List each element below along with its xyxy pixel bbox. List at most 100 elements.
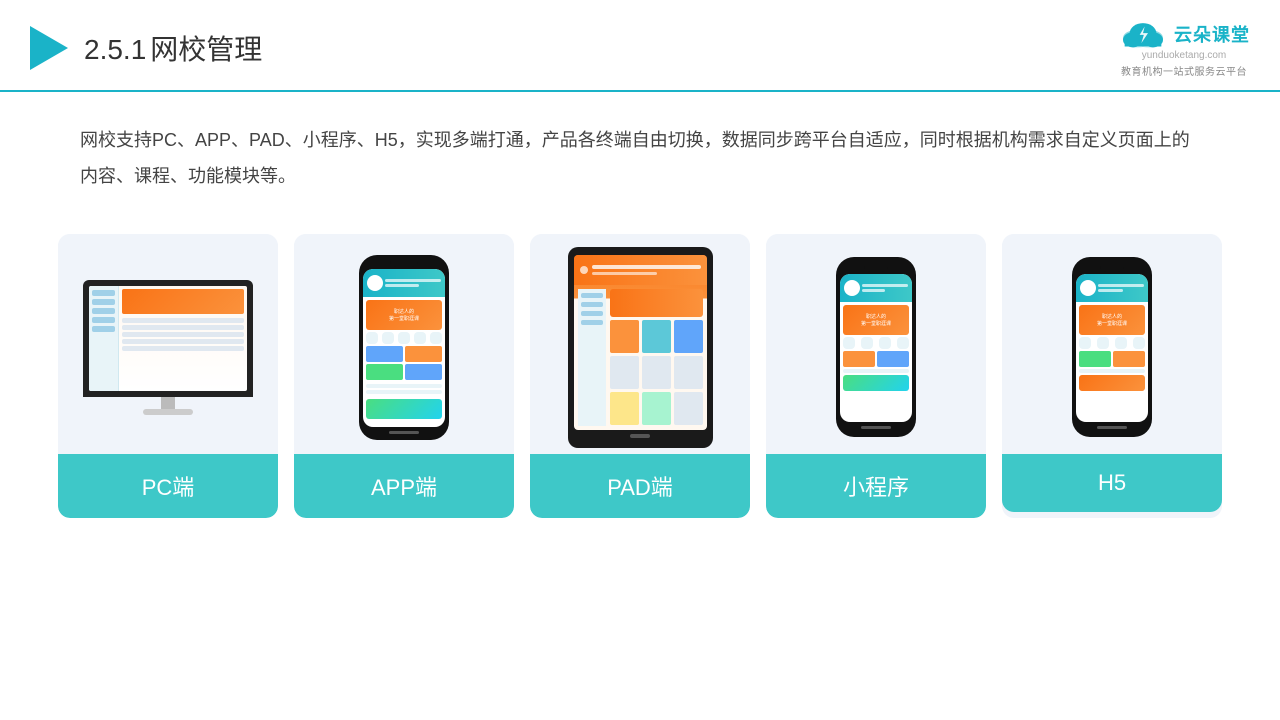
tablet-screen <box>574 255 707 430</box>
mini-icon-row <box>843 337 909 349</box>
title-number: 2.5.1 <box>84 34 146 65</box>
app-line-2 <box>385 284 419 287</box>
mini-phone-outer: 职达人的第一堂职涯课 <box>836 257 916 437</box>
app-banner: 职达人的第一堂职涯课 <box>366 300 442 330</box>
screen-content-app: 职达人的第一堂职涯课 <box>363 269 445 427</box>
app-phone-mockup: 职达人的第一堂职涯课 <box>359 255 449 440</box>
card-pc-image <box>58 234 278 454</box>
h5-line-1 <box>1098 284 1144 287</box>
monitor-screen-wrap <box>83 280 253 397</box>
h5-phone-notch <box>1100 265 1124 272</box>
h5-top-text <box>1098 282 1144 294</box>
sidebar-item-4 <box>92 317 115 323</box>
h5-course-row <box>1079 351 1145 367</box>
h5-icon-4 <box>1133 337 1145 349</box>
app-extra-row-2 <box>366 390 442 394</box>
play-icon <box>30 26 68 70</box>
app-extra-row <box>366 384 442 388</box>
card-pad-image <box>530 234 750 454</box>
app-icon-3 <box>398 332 410 344</box>
phone-top-bar-app <box>363 269 445 297</box>
card-h5-label: H5 <box>1002 454 1222 512</box>
h5-course-2 <box>1113 351 1145 367</box>
h5-row-1 <box>1079 369 1145 373</box>
phone-screen-app: 职达人的第一堂职涯课 <box>363 269 445 427</box>
tablet-card-4 <box>610 356 639 389</box>
tablet-card-6 <box>674 356 703 389</box>
app-banner-text: 职达人的第一堂职涯课 <box>389 308 419 322</box>
tablet-main <box>610 289 703 426</box>
logo-text: 云朵课堂 <box>1174 21 1250 47</box>
monitor-row-2 <box>122 325 244 330</box>
tablet-home-btn <box>630 434 650 438</box>
cards-container: PC端 <box>0 224 1280 538</box>
h5-icon-row <box>1079 337 1145 349</box>
h5-icon-3 <box>1115 337 1127 349</box>
mini-screen-content: 职达人的第一堂职涯课 <box>840 274 912 422</box>
card-h5: 职达人的第一堂职涯课 <box>1002 234 1222 518</box>
logo-url: yunduoketang.com <box>1142 50 1227 61</box>
app-content: 职达人的第一堂职涯课 <box>363 297 445 427</box>
mini-line-1 <box>862 284 908 287</box>
h5-banner-text: 职达人的第一堂职涯课 <box>1097 313 1127 327</box>
mini-banner: 职达人的第一堂职涯课 <box>843 305 909 335</box>
h5-phone-mockup: 职达人的第一堂职涯课 <box>1065 257 1160 437</box>
tablet-body <box>574 285 707 430</box>
tablet-header-line-2 <box>592 272 657 275</box>
mini-phone-notch <box>864 265 888 272</box>
mini-top-bar <box>840 274 912 302</box>
tablet-card-row-1 <box>610 320 703 353</box>
h5-top-bar <box>1076 274 1148 302</box>
card-mini-image: 职达人的第一堂职涯课 <box>766 234 986 454</box>
cloud-logo-icon <box>1118 18 1168 50</box>
h5-avatar <box>1080 280 1096 296</box>
app-course-row <box>366 346 442 362</box>
h5-content: 职达人的第一堂职涯课 <box>1076 302 1148 422</box>
h5-icon-2 <box>1097 337 1109 349</box>
sidebar-item-1 <box>92 290 115 296</box>
app-promo <box>366 399 442 419</box>
app-icon-1 <box>366 332 378 344</box>
card-app: 职达人的第一堂职涯课 <box>294 234 514 518</box>
app-icon-2 <box>382 332 394 344</box>
card-h5-image: 职达人的第一堂职涯课 <box>1002 234 1222 454</box>
monitor-content-rows <box>122 318 244 388</box>
monitor-sidebar <box>89 286 119 391</box>
app-icon-4 <box>414 332 426 344</box>
card-pc: PC端 <box>58 234 278 518</box>
h5-home-bar <box>1097 426 1127 429</box>
description-text: 网校支持PC、APP、PAD、小程序、H5，实现多端打通，产品各终端自由切换，数… <box>0 92 1280 214</box>
tablet-nav <box>578 289 606 426</box>
mini-content: 职达人的第一堂职涯课 <box>840 302 912 422</box>
app-course-1 <box>366 346 403 362</box>
tablet-card-row-2 <box>610 356 703 389</box>
header-left: 2.5.1网校管理 <box>30 26 262 70</box>
tablet-card-1 <box>610 320 639 353</box>
app-course-4 <box>405 364 442 380</box>
tablet-nav-4 <box>581 320 603 325</box>
h5-phone-outer: 职达人的第一堂职涯课 <box>1072 257 1152 437</box>
app-avatar <box>367 275 383 291</box>
app-icon-row <box>366 332 442 344</box>
app-course-2 <box>405 346 442 362</box>
h5-promo <box>1079 375 1145 391</box>
tablet-nav-2 <box>581 302 603 307</box>
monitor-row-5 <box>122 346 244 351</box>
logo-area: 云朵课堂 yunduoketang.com 教育机构一站式服务云平台 <box>1118 18 1250 78</box>
mini-top-text <box>862 282 908 294</box>
mini-course-row <box>843 351 909 367</box>
h5-course-1 <box>1079 351 1111 367</box>
mini-course-2 <box>877 351 909 367</box>
phone-outer-app: 职达人的第一堂职涯课 <box>359 255 449 440</box>
phone-home-app <box>389 431 419 434</box>
tablet-card-9 <box>674 392 703 425</box>
mini-promo <box>843 375 909 391</box>
tablet-banner <box>610 289 703 317</box>
app-top-text <box>385 277 441 289</box>
mini-banner-text: 职达人的第一堂职涯课 <box>861 313 891 327</box>
mini-icon-2 <box>861 337 873 349</box>
mini-phone-screen: 职达人的第一堂职涯课 <box>840 274 912 422</box>
monitor-screen-inner <box>89 286 247 391</box>
monitor-banner <box>122 289 244 314</box>
tablet-nav-1 <box>581 293 603 298</box>
